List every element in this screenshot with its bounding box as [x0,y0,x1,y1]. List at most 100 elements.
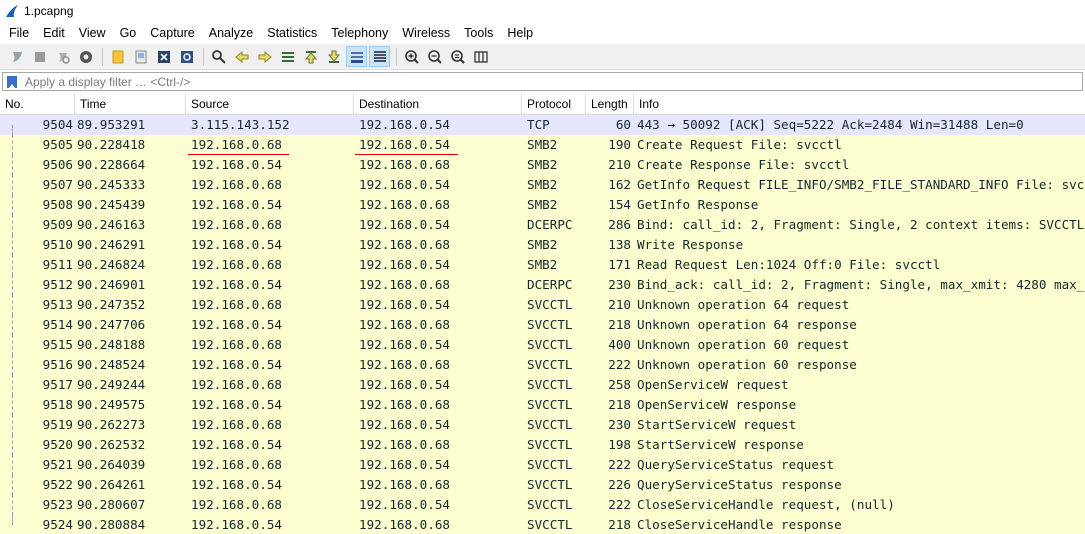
conversation-tree-line [12,515,13,525]
go-first-icon[interactable] [300,46,321,67]
packet-source: 192.168.0.54 [191,357,282,372]
packet-source: 192.168.0.68 [191,217,282,232]
packet-length: 198 [608,437,631,452]
column-header-length[interactable]: Length [586,94,634,114]
capture-options-icon[interactable] [75,46,96,67]
menu-wireless[interactable]: Wireless [395,22,457,44]
table-row[interactable]: 9512 90.246901 192.168.0.54 192.168.0.68 DCE… [0,275,1085,295]
table-row[interactable]: 9504 89.953291 3.115.143.152 192.168.0.54 TC… [0,115,1085,135]
packet-destination: 192.168.0.54 [359,297,450,312]
save-file-icon[interactable] [130,46,151,67]
packet-length: 162 [608,177,631,192]
table-row[interactable]: 9505 90.228418 192.168.0.68 192.168.0.54 SMB… [0,135,1085,156]
column-header-source[interactable]: Source [186,94,354,114]
go-last-icon[interactable] [323,46,344,67]
menu-telephony[interactable]: Telephony [324,22,395,44]
column-header-destination[interactable]: Destination [354,94,522,114]
close-file-icon[interactable] [153,46,174,67]
packet-source: 192.168.0.68 [191,417,282,432]
packet-source: 192.168.0.54 [191,157,282,172]
packet-source: 192.168.0.54 [191,517,282,532]
packet-destination: 192.168.0.68 [359,317,450,332]
go-to-packet-icon[interactable] [277,46,298,67]
table-row[interactable]: 9510 90.246291 192.168.0.54 192.168.0.68 SMB… [0,235,1085,255]
table-row[interactable]: 9519 90.262273 192.168.0.68 192.168.0.54 SVC… [0,415,1085,435]
toolbar-separator [102,47,103,66]
packet-time: 90.249575 [77,397,146,412]
zoom-normal-icon[interactable] [447,46,468,67]
packet-info: Unknown operation 64 response [637,317,857,332]
conversation-tree-line [12,355,13,375]
packet-info: StartServiceW response [637,437,804,452]
reload-file-icon[interactable] [176,46,197,67]
go-forward-icon[interactable] [254,46,275,67]
table-row[interactable]: 9522 90.264261 192.168.0.54 192.168.0.68 SVC… [0,475,1085,495]
packet-time: 90.247352 [77,297,146,312]
packet-length: 190 [608,137,631,152]
find-packet-icon[interactable] [208,46,229,67]
packet-time: 90.280607 [77,497,146,512]
packet-time: 90.264261 [77,477,146,492]
menu-analyze[interactable]: Analyze [202,22,260,44]
column-header-info[interactable]: Info [634,94,1085,114]
resize-columns-icon[interactable] [470,46,491,67]
conversation-tree-line [12,195,13,215]
table-row[interactable]: 9517 90.249244 192.168.0.68 192.168.0.54 SVC… [0,375,1085,395]
packet-protocol: SMB2 [527,257,558,272]
packet-length: 218 [608,317,631,332]
conversation-tree-line [12,255,13,275]
table-row[interactable]: 9518 90.249575 192.168.0.54 192.168.0.68 SVC… [0,395,1085,415]
table-row[interactable]: 9514 90.247706 192.168.0.54 192.168.0.68 SVC… [0,315,1085,335]
conversation-tree-line [12,155,13,175]
table-row[interactable]: 9516 90.248524 192.168.0.54 192.168.0.68 SVC… [0,355,1085,375]
menu-edit[interactable]: Edit [36,22,72,44]
packet-destination: 192.168.0.68 [359,517,450,532]
go-back-icon[interactable] [231,46,252,67]
display-filter-input[interactable] [23,73,1027,90]
table-row[interactable]: 9515 90.248188 192.168.0.68 192.168.0.54 SVC… [0,335,1085,355]
packet-info: StartServiceW request [637,417,797,432]
colorize-icon[interactable] [369,46,390,67]
table-row[interactable]: 9520 90.262532 192.168.0.54 192.168.0.68 SVC… [0,435,1085,455]
packet-destination: 192.168.0.54 [359,377,450,392]
packet-info: Create Request File: svcctl [637,137,842,152]
menu-file[interactable]: File [0,22,36,44]
packet-time: 89.953291 [77,117,146,132]
table-row[interactable]: 9511 90.246824 192.168.0.68 192.168.0.54 SMB… [0,255,1085,275]
packet-protocol: SVCCTL [527,517,573,532]
table-row[interactable]: 9513 90.247352 192.168.0.68 192.168.0.54 SVC… [0,295,1085,315]
menu-go[interactable]: Go [113,22,144,44]
conversation-tree-line [12,415,13,435]
column-header-protocol[interactable]: Protocol [522,94,586,114]
menu-statistics[interactable]: Statistics [260,22,324,44]
column-header-time[interactable]: Time [75,94,186,114]
packet-protocol: SMB2 [527,237,558,252]
menu-view[interactable]: View [72,22,113,44]
display-filter-bar [2,72,1083,91]
menu-help[interactable]: Help [500,22,540,44]
packet-protocol: SVCCTL [527,497,573,512]
open-file-icon[interactable] [107,46,128,67]
table-row[interactable]: 9524 90.280884 192.168.0.54 192.168.0.68 SVC… [0,515,1085,534]
restart-capture-icon[interactable] [52,46,73,67]
conversation-tree-line [12,495,13,515]
packet-info: OpenServiceW response [637,397,797,412]
zoom-in-icon[interactable] [401,46,422,67]
table-row[interactable]: 9523 90.280607 192.168.0.68 192.168.0.54 SVC… [0,495,1085,515]
table-row[interactable]: 9507 90.245333 192.168.0.68 192.168.0.54 SMB… [0,175,1085,195]
stop-capture-icon[interactable] [29,46,50,67]
packet-protocol: SMB2 [527,157,558,172]
zoom-out-icon[interactable] [424,46,445,67]
packet-source: 192.168.0.68 [191,377,282,392]
table-row[interactable]: 9506 90.228664 192.168.0.54 192.168.0.68 SMB… [0,155,1085,175]
table-row[interactable]: 9509 90.246163 192.168.0.68 192.168.0.54 DCE… [0,215,1085,235]
menu-tools[interactable]: Tools [457,22,500,44]
table-row[interactable]: 9521 90.264039 192.168.0.68 192.168.0.54 SVC… [0,455,1085,475]
menu-capture[interactable]: Capture [143,22,201,44]
table-row[interactable]: 9508 90.245439 192.168.0.54 192.168.0.68 SMB… [0,195,1085,215]
conversation-tree-line [12,135,13,155]
column-header-no[interactable]: No. [0,94,75,114]
bookmark-icon[interactable] [7,75,17,88]
start-capture-icon[interactable] [6,46,27,67]
autoscroll-icon[interactable] [346,46,367,67]
